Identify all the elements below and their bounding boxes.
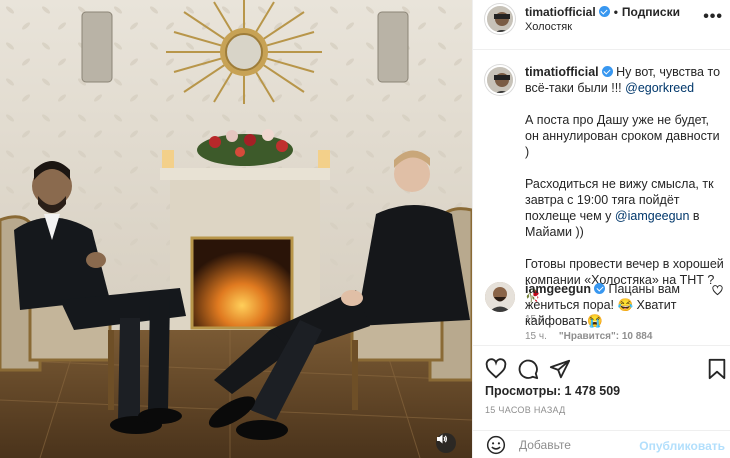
sound-toggle-button[interactable] [436, 433, 456, 453]
caption-author-avatar[interactable] [485, 65, 515, 95]
commenter-avatar[interactable] [485, 282, 515, 312]
comment-meta: 15 ч. "Нравится": 10 884 [525, 331, 664, 342]
author-username[interactable]: timatiofficial [525, 5, 596, 19]
comment-like-heart-icon[interactable] [712, 285, 723, 296]
avatar-image [485, 282, 515, 312]
more-options-icon[interactable]: ••• [703, 8, 723, 26]
mention-egorkreed[interactable]: @egorkreed [625, 81, 694, 95]
bookmark-icon[interactable] [707, 358, 727, 380]
paper-plane-icon[interactable] [549, 358, 571, 380]
author-avatar[interactable] [485, 4, 515, 34]
publish-button[interactable]: Опубликовать [639, 439, 725, 453]
comment-input[interactable] [519, 435, 659, 455]
dot-separator: • [613, 5, 618, 19]
video-frame-illustration [0, 0, 472, 458]
comment-icon[interactable] [517, 358, 539, 380]
post-location[interactable]: Холостяк [525, 21, 572, 33]
comment-timestamp[interactable]: 15 ч. [525, 331, 547, 342]
views-count[interactable]: Просмотры: 1 478 509 [485, 384, 620, 398]
following-button[interactable]: Подписки [622, 5, 680, 19]
post-actions: Просмотры: 1 478 509 15 ЧАСОВ НАЗАД [473, 345, 730, 435]
speaker-icon [437, 434, 447, 444]
avatar-image [487, 6, 513, 32]
post-age[interactable]: 15 ЧАСОВ НАЗАД [485, 405, 566, 415]
comment-likes[interactable]: "Нравится": 10 884 [559, 331, 653, 342]
avatar-image [487, 67, 513, 93]
verified-badge-icon [598, 6, 610, 17]
mention-iamgeegun[interactable]: @iamgeegun [615, 209, 690, 223]
verified-badge-icon [601, 66, 613, 77]
commenter-username[interactable]: iamgeegun [525, 282, 591, 296]
header-user-line: timatiofficial • Подписки [525, 5, 680, 19]
post-video[interactable] [0, 0, 472, 458]
heart-icon[interactable] [485, 358, 507, 380]
post-header: timatiofficial • Подписки Холостяк ••• [473, 0, 730, 50]
caption-username[interactable]: timatiofficial [525, 65, 599, 79]
add-comment-bar: Опубликовать [473, 430, 730, 458]
verified-badge-icon [594, 283, 605, 294]
comment-body: iamgeegun Пацаны вам жениться пора! 😂 Хв… [525, 281, 705, 329]
emoji-icon[interactable] [486, 435, 506, 455]
post-details-panel: timatiofficial • Подписки Холостяк ••• tim… [472, 0, 730, 458]
caption-paragraph-2: А поста про Дашу уже не будет, он аннули… [525, 113, 720, 159]
